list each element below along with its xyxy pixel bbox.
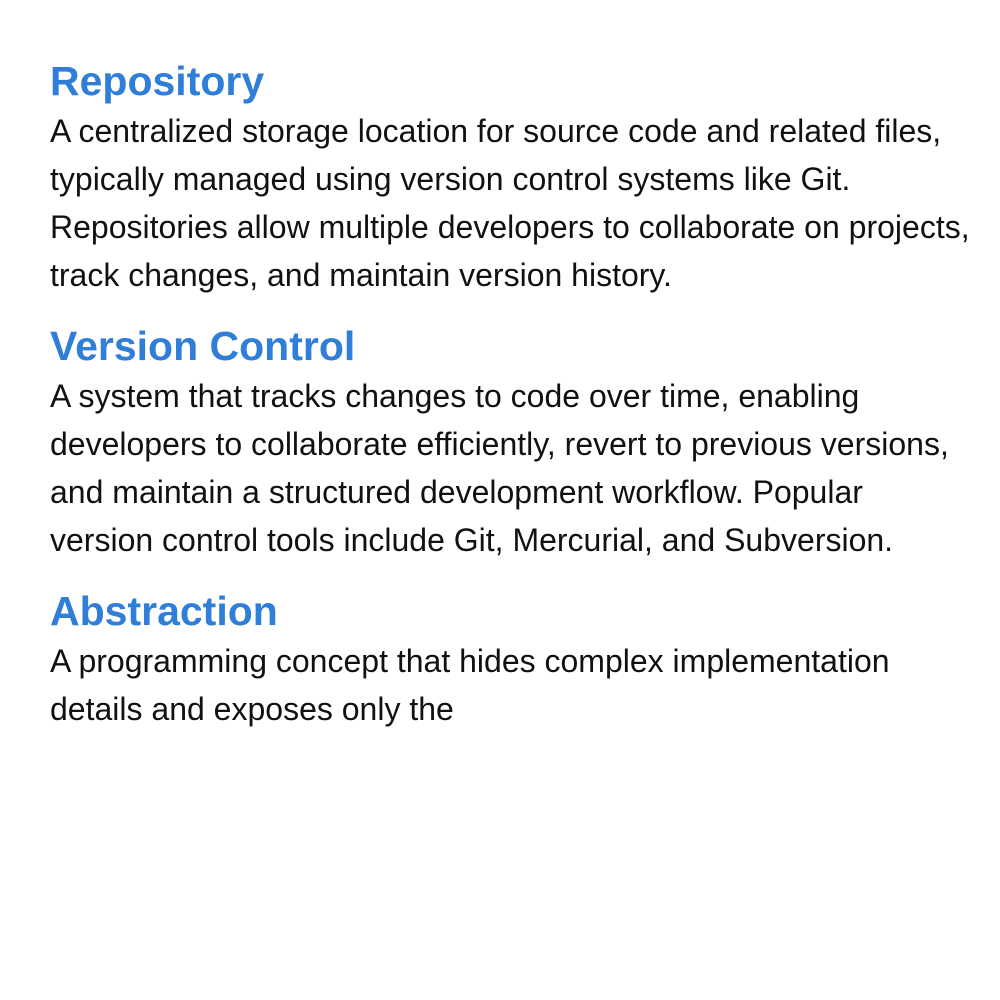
term-definition: A centralized storage location for sourc… xyxy=(50,113,970,293)
term-definition: A system that tracks changes to code ove… xyxy=(50,378,949,558)
term-definition: A programming concept that hides complex… xyxy=(50,643,890,727)
term-heading: Repository xyxy=(50,58,265,104)
term-heading: Version Control xyxy=(50,323,356,369)
glossary-entry-version-control: Version Control A system that tracks cha… xyxy=(50,320,970,564)
term-heading: Abstraction xyxy=(50,588,278,634)
glossary-entry-abstraction: Abstraction A programming concept that h… xyxy=(50,585,970,733)
glossary-document: Repository A centralized storage locatio… xyxy=(50,55,970,754)
glossary-entry-repository: Repository A centralized storage locatio… xyxy=(50,55,970,299)
